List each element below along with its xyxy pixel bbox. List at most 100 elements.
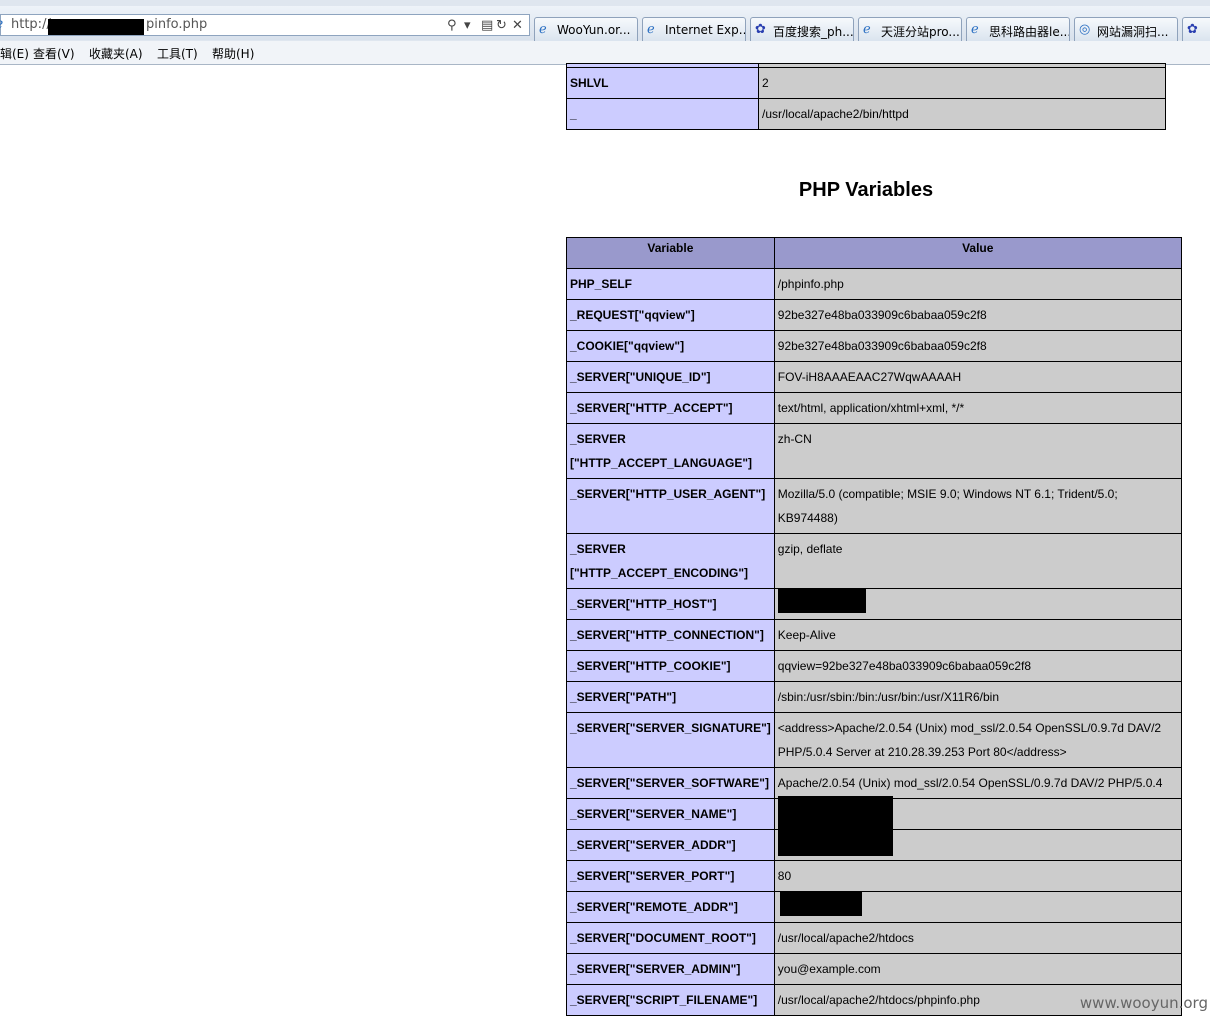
section-title-php-variables: PHP Variables [798, 179, 934, 201]
redaction-box [778, 589, 867, 613]
env-key: _ [566, 98, 759, 130]
variable-name: _SERVER["HTTP_ACCEPT"] [566, 392, 775, 424]
scan-site-icon: ◎ [1079, 22, 1091, 37]
variable-name: _SERVER["SERVER_ADDR"] [566, 829, 775, 861]
variable-name: _SERVER["HTTP_USER_AGENT"] [566, 478, 775, 534]
menu-favorites[interactable]: 收藏夹(A) [89, 45, 143, 62]
tab-site-vuln-scan[interactable]: ◎ 网站漏洞扫... [1074, 17, 1178, 43]
compat-view-icon[interactable]: ▤ [481, 18, 493, 33]
table-row: _SERVER["HTTP_CONNECTION"] Keep-Alive [566, 619, 1182, 651]
table-row: _SERVER["SERVER_NAME"] [566, 796, 1182, 856]
variable-name: _SERVER ["HTTP_ACCEPT_ENCODING"] [566, 533, 775, 589]
table-row: _SERVER["HTTP_USER_AGENT"] Mozilla/5.0 (… [566, 478, 1182, 534]
variable-name: _REQUEST["qqview"] [566, 299, 775, 331]
variable-value: 80 [773, 860, 1182, 892]
variable-value: gzip, deflate [773, 533, 1182, 589]
variable-value: /usr/local/apache2/htdocs [773, 922, 1182, 954]
column-header-value: Value [773, 237, 1182, 269]
table-row: _SERVER["PATH"] /sbin:/usr/sbin:/bin:/us… [566, 681, 1182, 713]
address-prefix: http:// [11, 17, 51, 32]
menu-bar: 辑(E) 查看(V) 收藏夹(A) 工具(T) 帮助(H) [0, 41, 1210, 64]
variable-value-redacted [773, 891, 1182, 923]
table-row: _SERVER["SERVER_SOFTWARE"] Apache/2.0.54… [566, 767, 1182, 799]
menu-help[interactable]: 帮助(H) [212, 45, 254, 62]
search-icon[interactable]: ⚲ [447, 18, 457, 33]
table-row: _SERVER["DOCUMENT_ROOT"] /usr/local/apac… [566, 922, 1182, 954]
variable-name: _SERVER["SERVER_SIGNATURE"] [566, 712, 775, 768]
ie-page-icon: ℯ [863, 22, 871, 37]
redaction-box [777, 796, 893, 856]
table-row: _SERVER["UNIQUE_ID"] FOV-iH8AAAEAAC27Wqw… [566, 361, 1182, 393]
environment-table: SHLVL 2 _ /usr/local/apache2/bin/httpd [566, 63, 1166, 130]
baidu-paw-icon: ✿ [755, 22, 766, 37]
variable-name: _SERVER["SERVER_ADMIN"] [566, 953, 775, 985]
variable-name: _SERVER["SERVER_NAME"] [566, 798, 775, 830]
variable-value: /sbin:/usr/sbin:/bin:/usr/bin:/usr/X11R6… [773, 681, 1182, 713]
table-row: _SERVER["SERVER_PORT"] 80 [566, 860, 1182, 892]
page-content: SHLVL 2 _ /usr/local/apache2/bin/httpd P… [0, 63, 1210, 1016]
variable-name: _SERVER["PATH"] [566, 681, 775, 713]
table-row: _SERVER["HTTP_ACCEPT"] text/html, applic… [566, 392, 1182, 424]
table-row: _SERVER ["HTTP_ACCEPT_ENCODING"] gzip, d… [566, 533, 1182, 589]
table-row: _COOKIE["qqview"] 92be327e48ba033909c6ba… [566, 330, 1182, 362]
refresh-icon[interactable]: ↻ [496, 18, 507, 33]
variable-value: text/html, application/xhtml+xml, */* [773, 392, 1182, 424]
variable-value: 92be327e48ba033909c6babaa059c2f8 [773, 299, 1182, 331]
variable-name: _SERVER["HTTP_COOKIE"] [566, 650, 775, 682]
watermark: www.wooyun.org [1079, 994, 1208, 1012]
tab-cisco-router[interactable]: ℯ 思科路由器le... [966, 17, 1070, 43]
variable-value: zh-CN [773, 423, 1182, 479]
variable-value: you@example.com [773, 953, 1182, 985]
table-row: _ /usr/local/apache2/bin/httpd [566, 98, 1166, 130]
env-key: SHLVL [566, 67, 759, 99]
ie-page-icon: ℯ [647, 22, 655, 37]
table-row: _SERVER["HTTP_HOST"] 2 [566, 588, 1182, 620]
variable-name: PHP_SELF [566, 268, 775, 300]
variable-name: _SERVER["HTTP_CONNECTION"] [566, 619, 775, 651]
stop-icon[interactable]: ✕ [512, 18, 523, 33]
ie-page-icon: ℯ [971, 22, 979, 37]
address-row: ℯ http:// pinfo.php ⚲ ▾ ▤ ↻ ✕ ℯWooYun.or… [0, 6, 1210, 43]
variable-value: Keep-Alive [773, 619, 1182, 651]
address-bar[interactable]: ℯ http:// pinfo.php ⚲ ▾ ▤ ↻ ✕ [0, 14, 530, 36]
table-row: PHP_SELF /phpinfo.php [566, 268, 1182, 300]
variable-value-redacted [773, 796, 1182, 856]
table-row: _SERVER ["HTTP_ACCEPT_LANGUAGE"] zh-CN [566, 423, 1182, 479]
php-variables-table: Variable Value PHP_SELF /phpinfo.php _RE… [566, 237, 1182, 1016]
variable-name: _SERVER ["HTTP_ACCEPT_LANGUAGE"] [566, 423, 775, 479]
variable-value: FOV-iH8AAAEAAC27WqwAAAAH [773, 361, 1182, 393]
variable-value: 92be327e48ba033909c6babaa059c2f8 [773, 330, 1182, 362]
address-redaction [48, 19, 144, 35]
table-row: _SERVER["SERVER_ADMIN"] you@example.com [566, 953, 1182, 985]
variable-value-redacted: 2 [773, 588, 1182, 620]
dropdown-arrow-icon[interactable]: ▾ [464, 18, 471, 33]
table-row: _SERVER["SERVER_SIGNATURE"] <address>Apa… [566, 712, 1182, 768]
variable-name: _SERVER["SERVER_SOFTWARE"] [566, 767, 775, 799]
variable-name: _COOKIE["qqview"] [566, 330, 775, 362]
tab-wooyun[interactable]: ℯ WooYun.or... [534, 17, 638, 43]
table-header-row: Variable Value [566, 237, 1182, 269]
env-value: 2 [758, 67, 1166, 99]
ie-icon: ℯ [0, 16, 3, 32]
tab-tianya[interactable]: ℯ 天涯分站pro... [858, 17, 962, 43]
variable-value: Apache/2.0.54 (Unix) mod_ssl/2.0.54 Open… [773, 767, 1182, 799]
table-row: _SERVER["REMOTE_ADDR"] [566, 891, 1182, 923]
browser-chrome: ℯ http:// pinfo.php ⚲ ▾ ▤ ↻ ✕ ℯWooYun.or… [0, 0, 1210, 65]
menu-edit[interactable]: 辑(E) [0, 45, 29, 62]
column-header-variable: Variable [566, 237, 775, 269]
variable-value: qqview=92be327e48ba033909c6babaa059c2f8 [773, 650, 1182, 682]
redaction-box [779, 892, 862, 916]
env-value: /usr/local/apache2/bin/httpd [758, 98, 1166, 130]
menu-tools[interactable]: 工具(T) [157, 45, 198, 62]
table-row: _REQUEST["qqview"] 92be327e48ba033909c6b… [566, 299, 1182, 331]
tab-baidu-search[interactable]: ✿ 百度搜索_ph... [750, 17, 854, 43]
menu-view[interactable]: 查看(V) [33, 45, 75, 62]
table-row: _SERVER["HTTP_COOKIE"] qqview=92be327e48… [566, 650, 1182, 682]
address-suffix: pinfo.php [146, 17, 208, 32]
variable-value: <address>Apache/2.0.54 (Unix) mod_ssl/2.… [773, 712, 1182, 768]
table-row: SHLVL 2 [566, 67, 1166, 99]
ie-page-icon: ℯ [539, 22, 547, 37]
variable-value: /phpinfo.php [773, 268, 1182, 300]
tab-internet-explorer[interactable]: ℯ Internet Exp... [642, 17, 746, 43]
tab-partial[interactable]: ✿ [1182, 17, 1210, 43]
